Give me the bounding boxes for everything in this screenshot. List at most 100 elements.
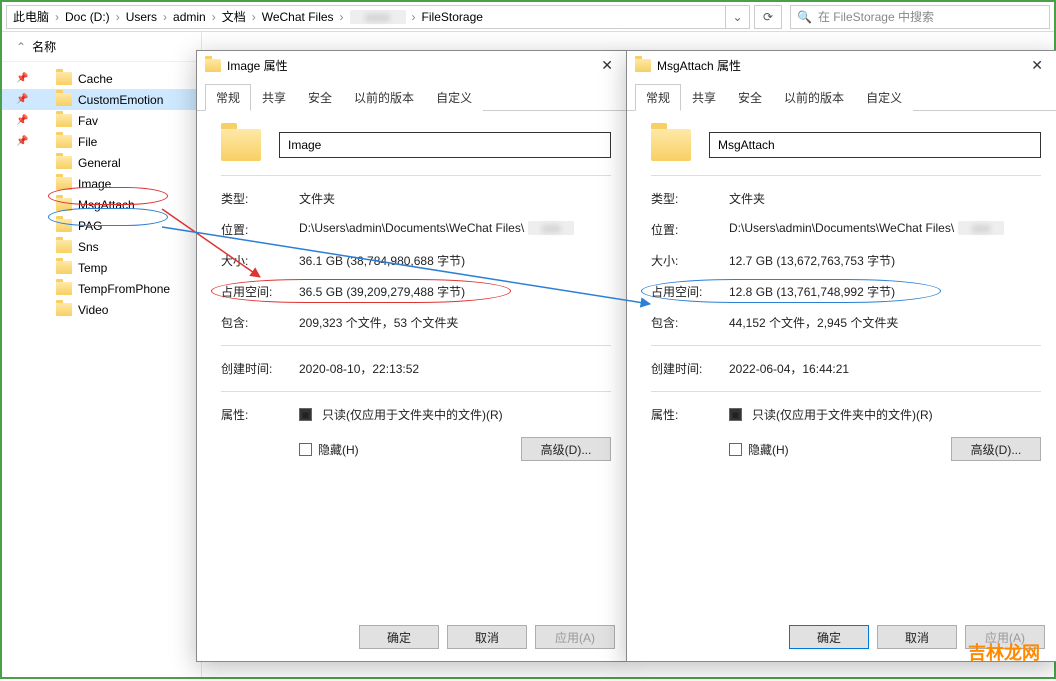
cancel-button[interactable]: 取消	[447, 625, 527, 649]
advanced-button[interactable]: 高级(D)...	[521, 437, 611, 461]
refresh-button[interactable]: ⟳	[754, 5, 782, 29]
folder-icon	[205, 59, 221, 72]
dialog-tab[interactable]: 安全	[297, 84, 343, 111]
label-type: 类型:	[651, 190, 729, 207]
readonly-checkbox[interactable]: ■	[729, 408, 742, 421]
breadcrumb-part[interactable]: Users	[126, 10, 157, 24]
tree-item-label: Video	[78, 303, 108, 317]
chevron-right-icon: ›	[157, 10, 173, 24]
dialog-title: MsgAttach 属性	[657, 57, 741, 74]
dialog-tabs: 常规共享安全以前的版本自定义	[627, 79, 1056, 111]
folder-icon	[56, 282, 72, 295]
tree-item-label: Cache	[78, 72, 113, 86]
close-icon[interactable]: ✕	[1025, 57, 1049, 74]
chevron-right-icon: ›	[406, 10, 422, 24]
tree-item[interactable]: Image	[2, 173, 201, 194]
ok-button[interactable]: 确定	[359, 625, 439, 649]
label-size: 大小:	[221, 252, 299, 269]
value-size: 36.1 GB (38,784,980,688 字节)	[299, 252, 611, 269]
dialog-tab[interactable]: 以前的版本	[343, 84, 425, 111]
tree-item[interactable]: Video	[2, 299, 201, 320]
tree-item-label: File	[78, 135, 97, 149]
value-location: D:\Users\admin\Documents\WeChat Files\xx…	[729, 221, 1041, 235]
folder-icon	[56, 261, 72, 274]
breadcrumb[interactable]: 此电脑 › Doc (D:) › Users › admin › 文档 › We…	[6, 5, 726, 29]
label-type: 类型:	[221, 190, 299, 207]
dialog-tab[interactable]: 共享	[681, 84, 727, 111]
cancel-button[interactable]: 取消	[877, 625, 957, 649]
breadcrumb-root[interactable]: 此电脑	[13, 8, 49, 25]
tree-item[interactable]: 📌 File	[2, 131, 201, 152]
tree-item[interactable]: General	[2, 152, 201, 173]
dialog-titlebar[interactable]: Image 属性✕	[197, 51, 627, 79]
tree-item-label: Temp	[78, 261, 107, 275]
tree-item-label: PAG	[78, 219, 102, 233]
tree-header[interactable]: ⌃ 名称	[2, 32, 201, 62]
value-size: 12.7 GB (13,672,763,753 字节)	[729, 252, 1041, 269]
search-placeholder: 在 FileStorage 中搜索	[818, 8, 934, 25]
folder-icon	[635, 59, 651, 72]
label-attrs: 属性:	[651, 406, 729, 423]
chevron-right-icon: ›	[334, 10, 350, 24]
close-icon[interactable]: ✕	[595, 57, 619, 74]
dialog-tab[interactable]: 自定义	[425, 84, 483, 111]
readonly-checkbox[interactable]: ■	[299, 408, 312, 421]
breadcrumb-part[interactable]: WeChat Files	[262, 10, 334, 24]
tree-item-label: TempFromPhone	[78, 282, 170, 296]
pin-icon: 📌	[16, 136, 26, 147]
apply-button[interactable]: 应用(A)	[535, 625, 615, 649]
readonly-label: 只读(仅应用于文件夹中的文件)(R)	[752, 406, 933, 423]
breadcrumb-part[interactable]: admin	[173, 10, 206, 24]
sort-caret-icon: ⌃	[16, 40, 32, 54]
hidden-checkbox[interactable]	[729, 443, 742, 456]
tree-item-label: CustomEmotion	[78, 93, 163, 107]
folder-name-field[interactable]: MsgAttach	[709, 132, 1041, 158]
tree-item[interactable]: Temp	[2, 257, 201, 278]
folder-tree: ⌃ 名称 📌 Cache 📌CustomEmotion📌Fav 📌 File Genera…	[2, 32, 202, 677]
properties-dialog-image: Image 属性✕常规共享安全以前的版本自定义Image类型:文件夹位置:D:\…	[196, 50, 628, 662]
chevron-right-icon: ›	[246, 10, 262, 24]
dialog-tab[interactable]: 常规	[635, 84, 681, 111]
dialog-tab[interactable]: 自定义	[855, 84, 913, 111]
value-type: 文件夹	[299, 190, 611, 207]
folder-icon	[56, 177, 72, 190]
folder-icon	[56, 93, 72, 106]
chevron-right-icon: ›	[206, 10, 222, 24]
dialog-tab[interactable]: 安全	[727, 84, 773, 111]
tree-item[interactable]: MsgAttach	[2, 194, 201, 215]
chevron-right-icon: ›	[49, 10, 65, 24]
folder-large-icon	[651, 129, 691, 161]
breadcrumb-part[interactable]: 文档	[222, 8, 246, 25]
address-dropdown-icon[interactable]: ⌄	[726, 5, 750, 29]
dialog-titlebar[interactable]: MsgAttach 属性 ✕	[627, 51, 1056, 79]
tree-item[interactable]: 📌Fav	[2, 110, 201, 131]
search-input[interactable]: 🔍 在 FileStorage 中搜索	[790, 5, 1050, 29]
hidden-label: 隐藏(H)	[748, 441, 789, 458]
breadcrumb-part[interactable]: Doc (D:)	[65, 10, 110, 24]
tree-item[interactable]: PAG	[2, 215, 201, 236]
search-icon: 🔍	[797, 10, 812, 24]
breadcrumb-part[interactable]: FileStorage	[422, 10, 483, 24]
tree-item[interactable]: TempFromPhone	[2, 278, 201, 299]
advanced-button[interactable]: 高级(D)...	[951, 437, 1041, 461]
dialog-footer: 确定取消应用(A)	[197, 617, 627, 661]
label-created: 创建时间:	[221, 360, 299, 377]
folder-icon	[56, 156, 72, 169]
label-disk: 占用空间:	[221, 283, 299, 300]
tree-item[interactable]: 📌CustomEmotion	[2, 89, 201, 110]
pin-icon: 📌	[16, 73, 26, 84]
tree-item-label: General	[78, 156, 121, 170]
label-location: 位置:	[651, 221, 729, 238]
dialog-tab[interactable]: 以前的版本	[773, 84, 855, 111]
dialog-tab[interactable]: 常规	[205, 84, 251, 111]
folder-name-field[interactable]: Image	[279, 132, 611, 158]
folder-icon	[56, 240, 72, 253]
hidden-checkbox[interactable]	[299, 443, 312, 456]
ok-button[interactable]: 确定	[789, 625, 869, 649]
tree-item[interactable]: 📌 Cache	[2, 68, 201, 89]
dialog-tabs: 常规共享安全以前的版本自定义	[197, 79, 627, 111]
tree-item[interactable]: Sns	[2, 236, 201, 257]
breadcrumb-part-blurred[interactable]: xxxx	[350, 10, 406, 24]
tree-header-label: 名称	[32, 38, 56, 55]
dialog-tab[interactable]: 共享	[251, 84, 297, 111]
